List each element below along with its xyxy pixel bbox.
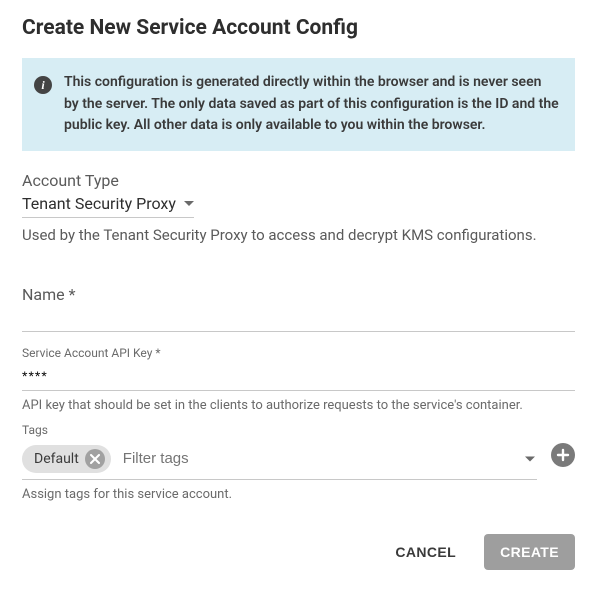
tags-field: Tags Default xyxy=(22,423,575,504)
tags-label: Tags xyxy=(22,423,575,437)
api-key-input[interactable] xyxy=(22,362,575,391)
dialog-actions: CANCEL CREATE xyxy=(22,534,575,570)
api-key-field: Service Account API Key * API key that s… xyxy=(22,346,575,415)
tags-filter-input[interactable] xyxy=(121,449,537,468)
name-label: Name * xyxy=(22,285,575,304)
info-icon: i xyxy=(34,76,52,94)
account-type-select[interactable]: Tenant Security Proxy xyxy=(22,192,194,218)
tag-chip: Default xyxy=(22,445,111,473)
account-type-label: Account Type xyxy=(22,171,575,190)
api-key-label: Service Account API Key * xyxy=(22,346,575,360)
account-type-value: Tenant Security Proxy xyxy=(22,194,176,213)
tags-helper: Assign tags for this service account. xyxy=(22,486,575,504)
cancel-button[interactable]: CANCEL xyxy=(379,534,472,570)
dialog-create-service-account: Create New Service Account Config i This… xyxy=(0,0,597,592)
name-input[interactable] xyxy=(22,304,575,332)
info-icon-wrap: i xyxy=(34,72,52,94)
tag-chip-label: Default xyxy=(34,451,79,467)
page-title: Create New Service Account Config xyxy=(22,16,575,40)
account-type-helper: Used by the Tenant Security Proxy to acc… xyxy=(22,224,575,247)
info-banner-text: This configuration is generated directly… xyxy=(64,72,559,137)
add-tag-button[interactable] xyxy=(551,443,575,467)
chevron-down-icon xyxy=(525,456,535,461)
remove-tag-button[interactable] xyxy=(85,449,105,469)
chevron-down-icon xyxy=(184,201,194,206)
account-type-field: Account Type Tenant Security Proxy Used … xyxy=(22,171,575,247)
name-field: Name * xyxy=(22,285,575,332)
close-icon xyxy=(90,454,100,464)
info-banner: i This configuration is generated direct… xyxy=(22,58,575,151)
tags-select[interactable]: Default xyxy=(22,439,537,480)
plus-icon xyxy=(556,448,570,462)
api-key-helper: API key that should be set in the client… xyxy=(22,397,575,415)
create-button[interactable]: CREATE xyxy=(484,534,575,570)
